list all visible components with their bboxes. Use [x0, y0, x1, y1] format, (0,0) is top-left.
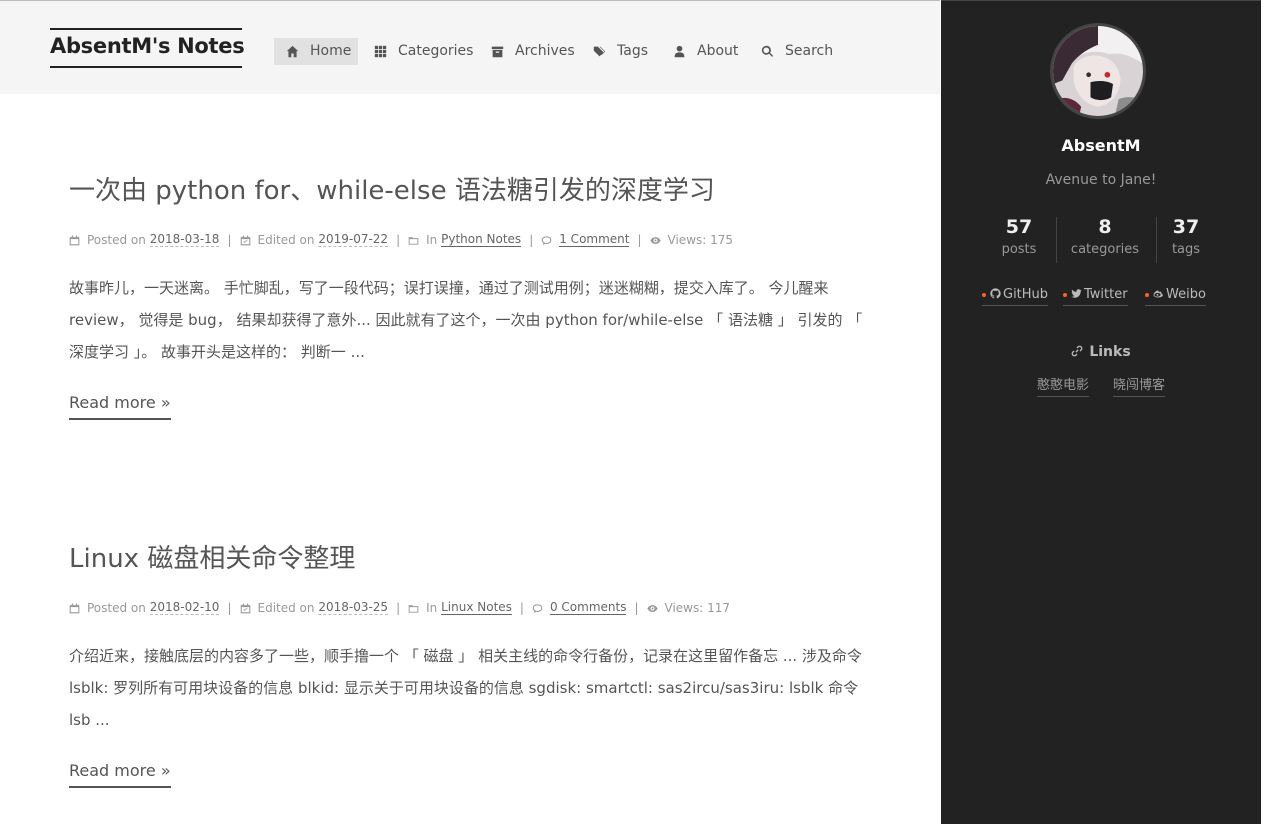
archive-icon — [491, 46, 504, 58]
tags-icon — [593, 46, 606, 57]
menu-label: Archives — [515, 43, 575, 59]
stat-count: 57 — [1005, 216, 1033, 238]
read-more-link[interactable]: Read more » — [69, 393, 171, 420]
site-title[interactable]: AbsentM's Notes — [50, 34, 245, 58]
social-link-twitter[interactable]: Twitter — [1063, 287, 1128, 306]
comments-link[interactable]: 1 Comment — [559, 232, 630, 247]
eye-icon — [646, 601, 665, 615]
meta-divider: | — [637, 232, 642, 247]
stat-count: 37 — [1172, 216, 1200, 238]
views-label: Views: — [664, 600, 704, 615]
social-label: GitHub — [1003, 287, 1049, 302]
calendar-icon — [69, 601, 87, 615]
stat-count: 8 — [1098, 216, 1112, 238]
social-label: Twitter — [1084, 287, 1128, 302]
menu-item-categories[interactable]: Categories — [362, 38, 474, 65]
post-category-link[interactable]: Python Notes — [441, 232, 522, 247]
posted-date[interactable]: 2018-02-10 — [149, 600, 220, 615]
read-more-link[interactable]: Read more » — [69, 761, 171, 788]
posted-date[interactable]: 2018-03-18 — [149, 232, 220, 247]
comment-icon — [541, 233, 559, 247]
links-title: Links — [941, 344, 1261, 360]
stat-divider — [1156, 217, 1157, 263]
menu-item-about[interactable]: About — [661, 38, 741, 65]
stat-label: tags — [1171, 242, 1201, 257]
blogroll-link[interactable]: 憨憨电影 — [1037, 374, 1090, 397]
calendar-icon — [69, 233, 87, 247]
menu-label: Categories — [398, 43, 474, 59]
user-icon — [674, 45, 685, 58]
views-count: 117 — [707, 600, 731, 615]
comment-icon — [532, 601, 550, 615]
edited-label: Edited on — [257, 232, 315, 247]
social-link-github[interactable]: GitHub — [982, 287, 1049, 306]
comments-link[interactable]: 0 Comments — [549, 600, 627, 615]
post-meta: Posted on 2018-03-18 | Edited on 2019-07-2… — [69, 232, 733, 250]
menu-item-archives[interactable]: Archives — [479, 38, 579, 65]
meta-divider: | — [396, 600, 401, 615]
links-title-label: Links — [1089, 344, 1131, 360]
meta-divider: | — [529, 232, 534, 247]
views-label: Views: — [667, 232, 707, 247]
menu-label: Search — [785, 43, 834, 59]
post-title[interactable]: Linux 磁盘相关命令整理 — [69, 538, 355, 575]
in-label: In — [426, 232, 438, 247]
twitter-icon — [1071, 287, 1084, 302]
edited-label: Edited on — [257, 600, 315, 615]
folder-icon — [408, 233, 426, 247]
meta-divider: | — [227, 600, 232, 615]
posted-label: Posted on — [87, 232, 146, 247]
bullet-dot — [982, 292, 986, 297]
menu-item-home[interactable]: Home — [274, 38, 358, 65]
search-icon — [761, 45, 774, 57]
stat-categories[interactable]: 8 categories — [1065, 216, 1145, 257]
stat-divider — [1056, 217, 1057, 263]
th-icon — [374, 45, 387, 58]
meta-divider: | — [227, 232, 232, 247]
bullet-dot — [1145, 292, 1149, 297]
post-excerpt: 介绍近来，接触底层的内容多了一些，顺手撸一个 「 磁盘 」 相关主线的命令行备份… — [69, 647, 862, 729]
bullet-dot — [1063, 292, 1067, 297]
home-icon — [286, 45, 299, 58]
edited-date[interactable]: 2018-03-25 — [318, 600, 389, 615]
post-title[interactable]: 一次由 python for、while-else 语法糖引发的深度学习 — [69, 170, 715, 207]
github-icon — [990, 287, 1003, 302]
author-name: AbsentM — [1061, 136, 1141, 155]
meta-divider: | — [396, 232, 401, 247]
post-excerpt: 故事昨儿，一天迷离。 手忙脚乱，写了一段代码；误打误撞，通过了测试用例；迷迷糊糊… — [69, 279, 863, 361]
views-count: 175 — [710, 232, 734, 247]
meta-divider: | — [634, 600, 639, 615]
sidebar: AbsentM Avenue to Jane! 57 posts 8 categ… — [941, 1, 1261, 824]
calendar-check-icon — [240, 233, 258, 247]
meta-divider: | — [519, 600, 524, 615]
menu-item-tags[interactable]: Tags — [581, 38, 661, 65]
menu-item-search[interactable]: Search — [749, 38, 839, 65]
avatar[interactable] — [1050, 23, 1146, 119]
eye-icon — [649, 233, 668, 247]
link-icon — [1071, 344, 1089, 360]
stat-posts[interactable]: 57 posts — [997, 216, 1041, 257]
social-link-weibo[interactable]: Weibo — [1145, 287, 1206, 306]
calendar-check-icon — [240, 601, 258, 615]
site-brand[interactable]: AbsentM's Notes — [50, 28, 245, 68]
post-category-link[interactable]: Linux Notes — [441, 600, 512, 615]
social-label: Weibo — [1166, 287, 1206, 302]
menu-label: Tags — [617, 43, 648, 59]
site-header: AbsentM's Notes Home Categories Archives… — [0, 1, 940, 94]
menu-label: Home — [310, 43, 352, 59]
folder-icon — [408, 601, 426, 615]
edited-date[interactable]: 2019-07-22 — [318, 232, 389, 247]
menu-label: About — [697, 43, 739, 59]
weibo-icon — [1153, 287, 1166, 302]
stat-label: categories — [1070, 242, 1140, 257]
post-meta: Posted on 2018-02-10 | Edited on 2018-03-2… — [69, 600, 730, 618]
blogroll-link[interactable]: 晓闯博客 — [1113, 374, 1166, 397]
stat-label: posts — [1001, 242, 1037, 257]
in-label: In — [426, 600, 438, 615]
posted-label: Posted on — [87, 600, 146, 615]
stat-tags[interactable]: 37 tags — [1165, 216, 1207, 257]
author-description: Avenue to Jane! — [1045, 172, 1157, 188]
